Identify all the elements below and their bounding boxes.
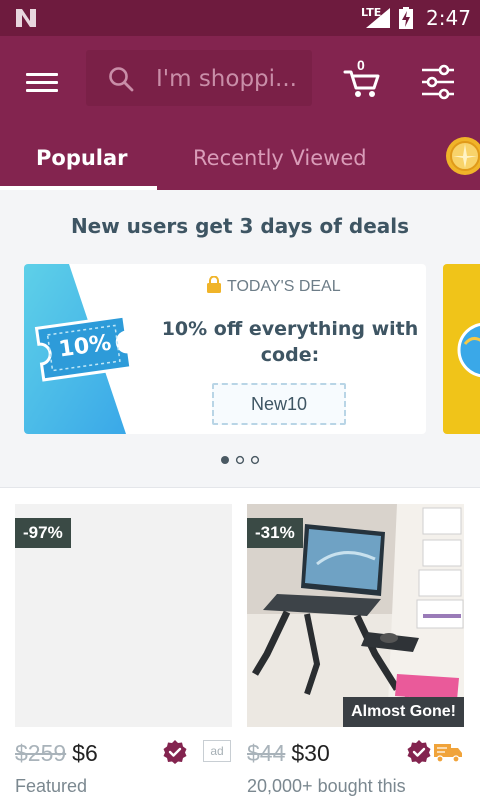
todays-deal-card[interactable]: 10% TODAY'S DEAL 10% off everything with… (24, 264, 426, 434)
verified-icon (163, 740, 187, 764)
stock-badge: Almost Gone! (343, 697, 464, 727)
next-promo-card-peek[interactable] (443, 264, 480, 434)
deal-description: 10% off everything with code: (161, 318, 419, 366)
search-input[interactable]: I'm shoppi... (86, 50, 312, 106)
cart-button[interactable]: 0 (340, 57, 382, 100)
original-price: $259 (15, 740, 67, 766)
coin-icon[interactable] (445, 136, 480, 176)
deal-code[interactable]: New10 (212, 383, 346, 425)
price-row: $259 $6 (15, 740, 98, 770)
product-card[interactable]: -97% $259 $6 ad Featured (15, 504, 232, 800)
original-price: $44 (247, 740, 286, 766)
product-subtext: 20,000+ bought this (247, 776, 406, 796)
fast-shipping-icon (434, 744, 462, 763)
verified-icon (407, 740, 431, 764)
status-bar: LTE 2:47 (0, 0, 480, 36)
promo-section: New users get 3 days of deals 10% TODAY'… (0, 190, 480, 488)
tab-bar: Popular Recently Viewed (0, 136, 480, 190)
cart-count: 0 (357, 57, 365, 73)
ad-label: ad (203, 740, 231, 762)
product-subtext: Featured (15, 776, 88, 796)
deal-header-text: TODAY'S DEAL (227, 278, 341, 295)
sale-price: $30 (291, 740, 330, 766)
sale-price: $6 (72, 740, 98, 766)
product-card[interactable]: -31% Almost Gone! $44 $30 20,000+ bought … (247, 504, 464, 800)
promo-title: New users get 3 days of deals (70, 214, 410, 238)
discount-badge: -31% (247, 518, 303, 548)
carousel-pager[interactable] (220, 455, 260, 465)
app-bar: I'm shoppi... 0 Popular Recently Viewed (0, 36, 480, 190)
deal-header: TODAY'S DEAL (207, 276, 341, 296)
search-placeholder: I'm shoppi... (156, 66, 297, 92)
android-n-icon (16, 9, 36, 27)
discount-badge: -97% (15, 518, 71, 548)
menu-icon[interactable] (24, 68, 60, 98)
lock-icon (207, 276, 221, 293)
signal-icon (366, 8, 390, 28)
globe-icon (457, 322, 480, 378)
filter-icon[interactable] (420, 64, 456, 100)
clock: 2:47 (426, 6, 471, 30)
price-row: $44 $30 (247, 740, 330, 770)
battery-charging-icon (399, 7, 413, 29)
search-icon (109, 67, 134, 92)
